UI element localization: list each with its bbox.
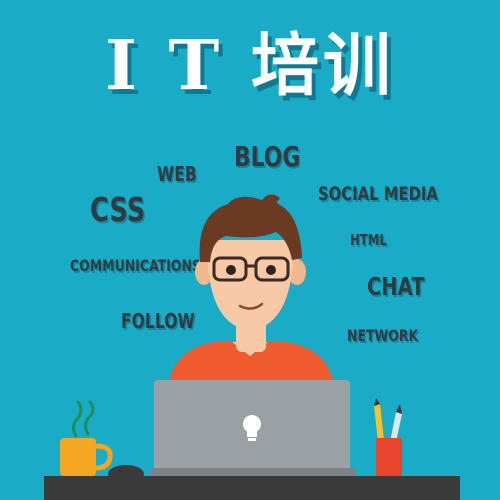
left-eye [226,265,236,275]
illustration [44,194,460,500]
pencils [374,398,402,442]
steam [71,400,95,438]
pen-cup [376,438,402,476]
right-eye [266,265,276,275]
face [206,240,294,330]
it-training-poster: I T 培训 BLOG WEB SOCIAL MEDIA CSS HTML CO… [0,0,500,500]
desk [44,476,460,500]
mug [60,438,113,476]
